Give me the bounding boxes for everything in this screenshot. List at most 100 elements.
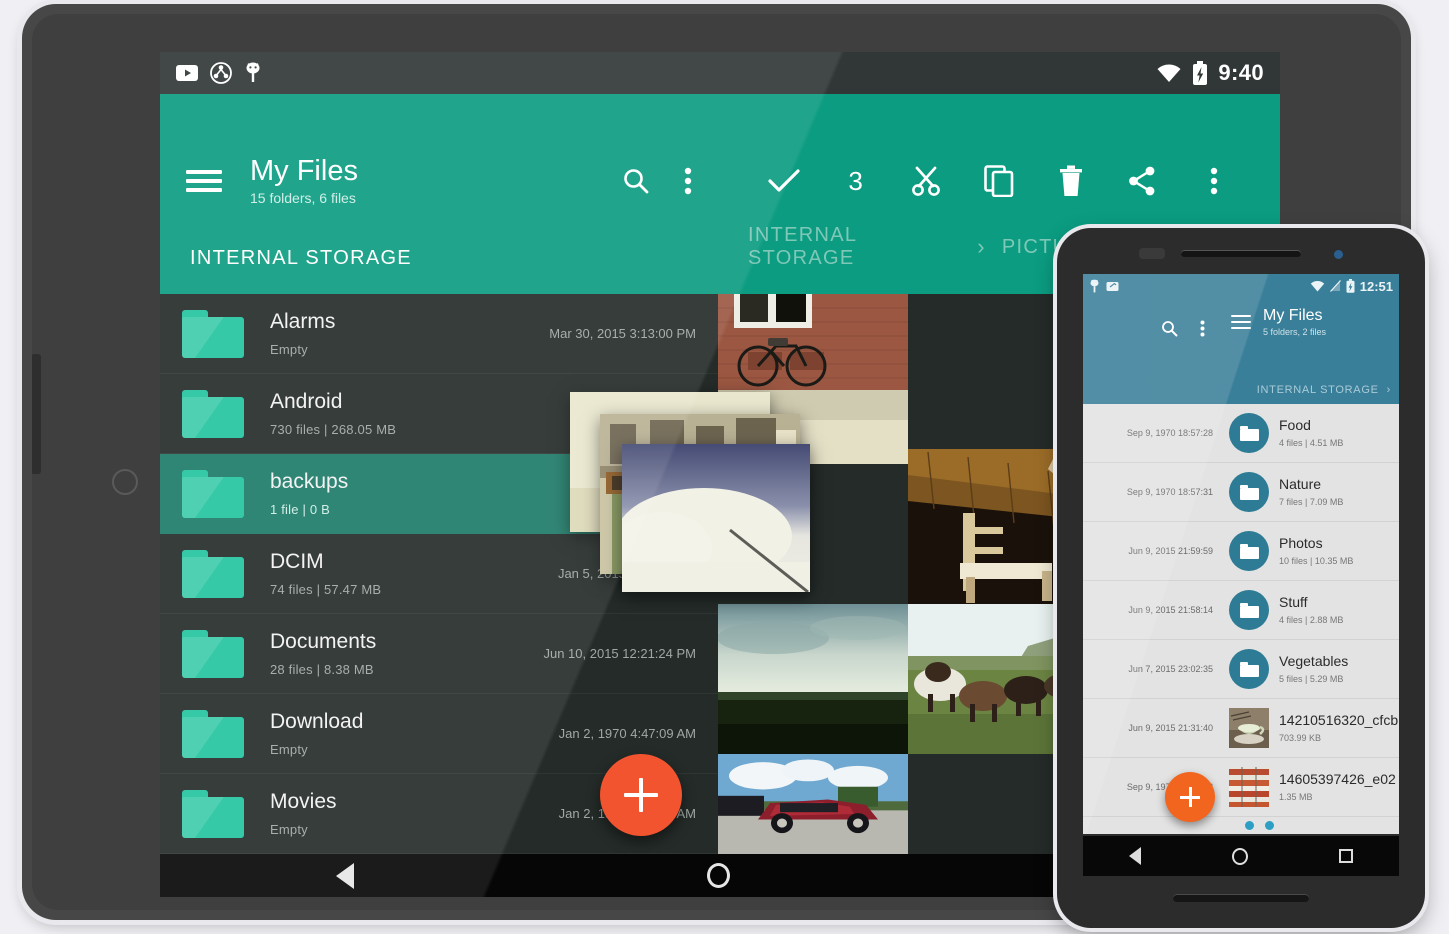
check-icon[interactable] xyxy=(768,168,800,194)
folder-icon xyxy=(182,310,244,358)
phone-nav-bar xyxy=(1083,836,1399,876)
share-nodes-icon xyxy=(210,62,232,84)
phone-status-bar: 12:51 xyxy=(1083,274,1399,298)
row-texts: 14605397426_e02 1.35 MB xyxy=(1279,772,1391,801)
row-texts: AlarmsEmpty xyxy=(270,310,549,356)
file-name: 14605397426_e02 xyxy=(1279,772,1391,787)
list-item[interactable]: Food4 files | 4.51 MB xyxy=(1221,404,1399,463)
list-item[interactable]: Photos 10 files | 10.35 MB xyxy=(1221,522,1399,581)
folder-icon xyxy=(182,790,244,838)
selection-count: 3 xyxy=(848,166,862,197)
phone-left-appbar xyxy=(1083,298,1221,404)
file-meta: 1.35 MB xyxy=(1279,792,1391,802)
search-icon[interactable] xyxy=(622,167,650,195)
copy-icon[interactable] xyxy=(984,165,1014,197)
file-name: Photos xyxy=(1279,536,1353,551)
battery-charging-icon xyxy=(1192,61,1208,85)
list-item[interactable]: Vegetables5 files | 5.29 MB xyxy=(1221,640,1399,699)
file-date: Jun 10, 2015 12:21:24 PM xyxy=(543,646,696,661)
share-icon[interactable] xyxy=(1127,166,1157,196)
title-block: My Files 5 folders, 2 files xyxy=(1263,308,1326,337)
phone-earpiece xyxy=(1181,250,1301,257)
file-thumbnail xyxy=(1229,767,1269,807)
table-row[interactable]: Documents 28 files | 8.38 MBJun 10, 2015 … xyxy=(160,614,718,694)
row-texts: DCIM74 files | 57.47 MB xyxy=(270,550,558,596)
nav-home-circle-icon[interactable] xyxy=(1232,848,1248,865)
tablet-left-appbar: My Files 15 folders, 6 files xyxy=(160,94,718,294)
table-row[interactable]: Android730 files | 268.05 MB7:17 PM xyxy=(160,374,718,454)
phone-right-appbar: My Files 5 folders, 2 files INTERNAL STO… xyxy=(1221,298,1399,404)
page-dot[interactable] xyxy=(1245,821,1254,830)
photo-tile[interactable] xyxy=(718,604,908,754)
more-vertical-icon[interactable] xyxy=(684,167,692,195)
folder-icon xyxy=(1229,590,1269,630)
phone-file-list: Food4 files | 4.51 MB Nature7 files | 7.0… xyxy=(1221,404,1399,817)
row-texts: Nature7 files | 7.09 MB xyxy=(1279,477,1343,506)
phone-device: 12:51 Sep 9, 1970 18:57:28Sep 9, 1970 18… xyxy=(1057,228,1425,928)
file-date: Jan 5, 2015 8:39:36 PM xyxy=(558,566,696,581)
android-usb-icon xyxy=(244,62,262,84)
bicycle-brick-wall-photo xyxy=(718,294,908,464)
page-indicator-dots xyxy=(1221,821,1399,830)
file-name: backups xyxy=(270,470,648,493)
list-item[interactable]: 14210516320_cfcb 703.99 KB xyxy=(1221,699,1399,758)
add-fab-button[interactable] xyxy=(600,754,682,836)
file-meta: 1 file | 0 B xyxy=(270,502,648,517)
folder-icon xyxy=(182,550,244,598)
nav-back-triangle-icon[interactable] xyxy=(336,863,354,889)
table-row[interactable]: backups1 file | 0 B2:44 PM xyxy=(160,454,718,534)
photo-tile[interactable] xyxy=(718,754,908,854)
file-meta: 28 files | 8.38 MB xyxy=(270,662,543,677)
trash-delete-icon[interactable] xyxy=(1058,165,1084,197)
page-dot[interactable] xyxy=(1265,821,1274,830)
file-name: Android xyxy=(270,390,648,413)
hamburger-menu-icon[interactable] xyxy=(186,168,222,194)
file-date: 7:17 PM xyxy=(648,406,696,421)
nav-recents-square-icon[interactable] xyxy=(1339,849,1353,863)
row-texts: 14210516320_cfcb 703.99 KB xyxy=(1279,713,1391,742)
breadcrumb-item-internal-storage[interactable]: INTERNAL STORAGE xyxy=(748,224,961,270)
tablet-home-button[interactable] xyxy=(112,469,138,495)
file-name: Alarms xyxy=(270,310,549,333)
list-item[interactable]: Stuff4 files | 2.88 MB xyxy=(1221,581,1399,640)
more-vertical-icon[interactable] xyxy=(1210,167,1218,195)
row-texts: Vegetables5 files | 5.29 MB xyxy=(1279,654,1348,683)
list-item-date: Jun 9, 2015 21:58:14 xyxy=(1083,581,1221,640)
photo-tile[interactable] xyxy=(718,294,908,464)
file-name: Vegetables xyxy=(1279,654,1348,669)
file-name: DCIM xyxy=(270,550,558,573)
hamburger-menu-icon[interactable] xyxy=(1231,315,1251,330)
file-meta: 4 files | 4.51 MB xyxy=(1279,438,1343,448)
list-item-date: Jun 9, 2015 21:31:40 xyxy=(1083,699,1221,758)
list-item[interactable]: 14605397426_e02 1.35 MB xyxy=(1221,758,1399,817)
row-texts: Photos 10 files | 10.35 MB xyxy=(1279,536,1353,565)
breadcrumb: INTERNAL STORAGE xyxy=(160,247,718,270)
scissors-cut-icon[interactable] xyxy=(911,165,943,197)
row-texts: Food4 files | 4.51 MB xyxy=(1279,418,1343,447)
nav-back-triangle-icon[interactable] xyxy=(1129,847,1141,865)
wifi-icon xyxy=(1310,280,1325,292)
phone-add-fab-button[interactable] xyxy=(1165,772,1215,822)
list-item[interactable]: Nature7 files | 7.09 MB xyxy=(1221,463,1399,522)
folder-icon xyxy=(1229,413,1269,453)
file-meta: 703.99 KB xyxy=(1279,733,1391,743)
nav-home-circle-icon[interactable] xyxy=(707,863,730,888)
stacked-books-thumbnail xyxy=(1229,767,1269,807)
table-row[interactable]: DCIM74 files | 57.47 MBJan 5, 2015 8:39:… xyxy=(160,534,718,614)
breadcrumb-item-internal-storage[interactable]: INTERNAL STORAGE xyxy=(1257,384,1379,396)
file-date: Mar 30, 2015 3:13:00 PM xyxy=(549,326,696,341)
row-texts: backups 1 file | 0 B xyxy=(270,470,648,516)
more-vertical-icon[interactable] xyxy=(1200,320,1205,337)
file-date: Jan 2, 1970 4:47:09 AM xyxy=(559,726,696,741)
search-icon[interactable] xyxy=(1161,320,1178,337)
phone-proximity-sensor xyxy=(1139,248,1165,259)
file-meta: 10 files | 10.35 MB xyxy=(1279,556,1353,566)
phone-date-column: Sep 9, 1970 18:57:28Sep 9, 1970 18:57:31… xyxy=(1083,404,1221,817)
breadcrumb-item-internal-storage[interactable]: INTERNAL STORAGE xyxy=(190,247,412,270)
folder-icon xyxy=(182,630,244,678)
phone-left-pane: Sep 9, 1970 18:57:28Sep 9, 1970 18:57:31… xyxy=(1083,298,1221,834)
table-row[interactable]: AlarmsEmptyMar 30, 2015 3:13:00 PM xyxy=(160,294,718,374)
phone-speaker-grille xyxy=(1173,894,1309,902)
file-name: 14210516320_cfcb xyxy=(1279,713,1391,728)
file-name: Documents xyxy=(270,630,543,653)
